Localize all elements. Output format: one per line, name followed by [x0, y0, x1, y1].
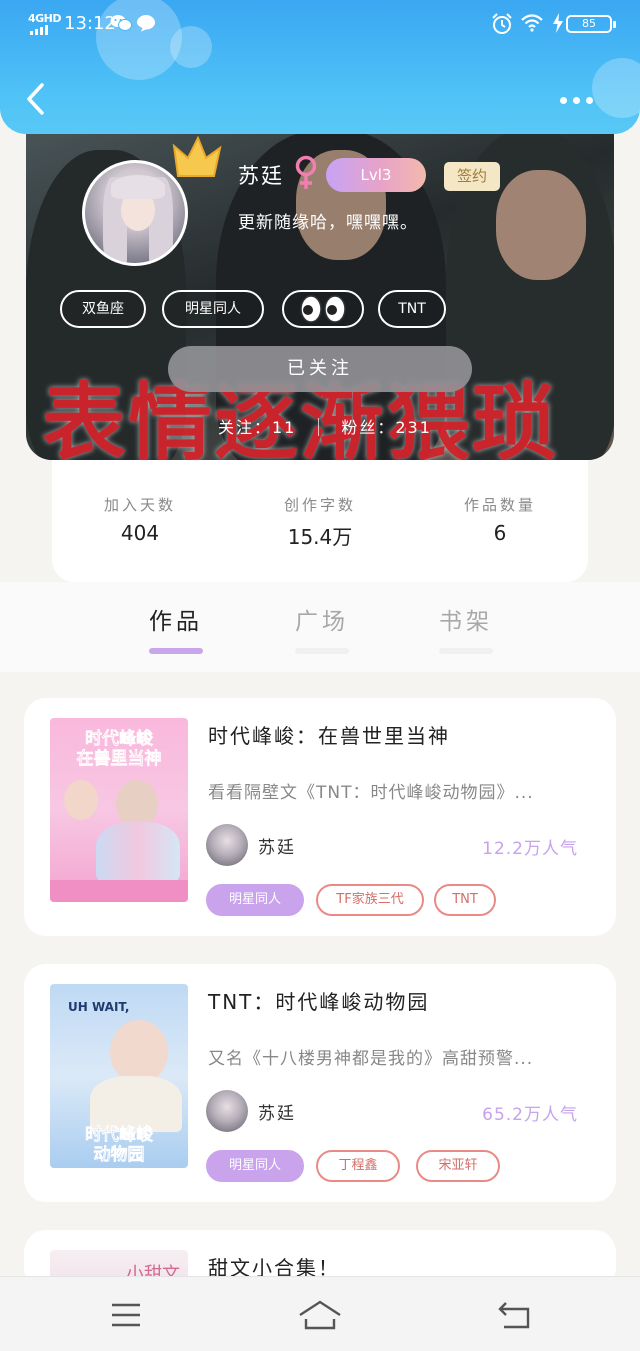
cover-person-body: [96, 822, 180, 882]
charging-icon: [553, 13, 563, 33]
stats-card: 加入天数 404 创作字数 15.4万 作品数量 6: [52, 450, 588, 582]
work-tag[interactable]: 明星同人: [206, 1150, 304, 1182]
tab-indicator: [149, 648, 203, 654]
cover-person: [110, 1020, 168, 1084]
signed-badge: 签约: [444, 162, 500, 191]
follow-stats: 关注：11 粉丝：231: [218, 414, 432, 438]
back-arrow-icon[interactable]: [22, 82, 50, 116]
work-title: 时代峰峻：在兽世里当神: [208, 724, 450, 748]
crown-icon: [172, 136, 222, 177]
tab-indicator: [295, 648, 349, 654]
popularity-count: 12.2万人气: [482, 839, 578, 859]
stat-word-count: 创作字数 15.4万: [250, 494, 390, 550]
stat-label: 加入天数: [103, 496, 176, 514]
cover-text: 在兽里当神: [76, 749, 162, 770]
wechat-icon: [110, 15, 132, 31]
status-bar: 4GHD 13:12 85: [0, 0, 640, 48]
signal-icon: [30, 25, 48, 35]
work-tag[interactable]: 宋亚轩: [416, 1150, 500, 1182]
alarm-icon: [492, 13, 512, 34]
tab-works[interactable]: 作品: [116, 602, 236, 636]
followers-count[interactable]: 粉丝：231: [341, 418, 432, 437]
profile-tag[interactable]: 明星同人: [162, 290, 264, 328]
user-avatar[interactable]: [82, 160, 188, 266]
cover-person: [64, 780, 98, 820]
work-description: 又名《十八楼男神都是我的》高甜预警...: [208, 1049, 534, 1069]
work-description: 看看隔壁文《TNT：时代峰峻动物园》...: [208, 783, 534, 803]
eyes-emoji-icon: [300, 295, 346, 323]
profile-tag[interactable]: TNT: [378, 290, 446, 328]
user-name: 苏廷: [238, 164, 284, 188]
work-title: TNT：时代峰峻动物园: [208, 990, 430, 1014]
stat-label: 作品数量: [463, 496, 536, 514]
cover-person: [116, 780, 158, 828]
work-card[interactable]: 时代峰峻 在兽里当神 时代峰峻：在兽世里当神 看看隔壁文《TNT：时代峰峻动物园…: [24, 698, 616, 936]
wifi-icon: [521, 14, 543, 32]
system-nav-bar: [0, 1276, 640, 1351]
message-icon: [137, 15, 155, 32]
work-tag[interactable]: 明星同人: [206, 884, 304, 916]
network-type: 4GHD: [28, 12, 62, 25]
cover-text: UH WAIT,: [68, 1000, 130, 1014]
stat-label: 创作字数: [283, 496, 356, 514]
work-tag[interactable]: 丁程鑫: [316, 1150, 400, 1182]
battery-icon: 85: [566, 15, 616, 33]
popularity-count: 65.2万人气: [482, 1105, 578, 1125]
profile-banner: 表情逐渐猥琐: [26, 110, 614, 460]
status-time: 13:12: [64, 13, 116, 34]
follow-button[interactable]: 已关注: [168, 346, 472, 392]
profile-tag[interactable]: 双鱼座: [60, 290, 146, 328]
user-bio: 更新随缘哈，嘿嘿嘿。: [238, 213, 418, 233]
stat-join-days: 加入天数 404: [70, 494, 210, 545]
author-name: 苏廷: [258, 1104, 296, 1124]
stat-value: 15.4万: [287, 525, 353, 549]
tab-indicator: [439, 648, 493, 654]
stat-works-count: 作品数量 6: [430, 494, 570, 545]
work-cover[interactable]: UH WAIT, 时代峰峻 动物园: [50, 984, 188, 1168]
menu-lines-icon[interactable]: [106, 1297, 146, 1333]
stat-value: 6: [493, 521, 507, 545]
stat-value: 404: [120, 521, 160, 545]
tab-square[interactable]: 广场: [262, 602, 382, 636]
profile-tag-emoji[interactable]: [282, 290, 364, 328]
author-avatar: [206, 1090, 248, 1132]
female-gender-icon: [295, 155, 317, 189]
tab-bookshelf[interactable]: 书架: [406, 602, 526, 636]
work-tag[interactable]: TF家族三代: [316, 884, 424, 916]
home-icon[interactable]: [296, 1297, 344, 1333]
author-name: 苏廷: [258, 838, 296, 858]
app-header: 4GHD 13:12 85: [0, 0, 640, 134]
author-avatar: [206, 824, 248, 866]
level-badge: Lvl3: [326, 158, 426, 192]
cover-text: 动物园: [93, 1145, 145, 1166]
work-tag[interactable]: TNT: [434, 884, 496, 916]
content-tabs: 作品 广场 书架: [0, 582, 640, 672]
following-count[interactable]: 关注：11: [218, 418, 296, 437]
more-dots-icon[interactable]: [560, 88, 602, 112]
work-card[interactable]: UH WAIT, 时代峰峻 动物园 TNT：时代峰峻动物园 又名《十八楼男神都是…: [24, 964, 616, 1202]
work-cover[interactable]: 时代峰峻 在兽里当神: [50, 718, 188, 902]
return-icon[interactable]: [496, 1297, 536, 1333]
